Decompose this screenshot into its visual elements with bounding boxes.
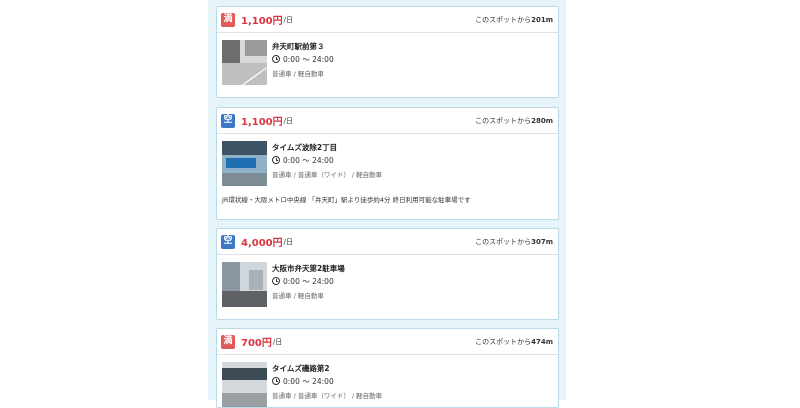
card-header: 空 1,100円 /日 このスポットから280m [217, 108, 558, 134]
parking-description: JR環状線・大阪メトロ中央線 「弁天町」駅より徒歩約4分 終日利用可能な駐車場で… [222, 196, 471, 204]
parking-card[interactable]: 空 4,000円 /日 このスポットから307m 大阪市弁天第2駐車場 0:00… [216, 228, 559, 320]
vehicle-types: 普通車 / 軽自動車 [272, 70, 324, 78]
price: 1,100円 [241, 117, 283, 128]
parking-name[interactable]: タイムズ磯路第2 [272, 363, 382, 374]
parking-info: 弁天町駅前第３ 0:00 〜 24:00 普通車 / 軽自動車 [272, 40, 334, 85]
vehicle-types: 普通車 / 普通車（ワイド） / 軽自動車 [272, 171, 383, 179]
results-column: 満 1,100円 /日 このスポットから201m 弁天町駅前第３ 0:00 〜 … [208, 0, 566, 408]
card-header: 満 1,100円 /日 このスポットから201m [217, 7, 558, 33]
parking-name[interactable]: タイムズ波除2丁目 [272, 142, 382, 153]
parking-photo[interactable] [222, 262, 267, 307]
clock-icon [272, 55, 280, 63]
price: 1,100円 [241, 16, 283, 27]
card-body: タイムズ磯路第2 0:00 〜 24:00 普通車 / 普通車（ワイド） / 軽… [217, 355, 558, 407]
parking-card[interactable]: 空 1,100円 /日 このスポットから280m タイムズ波除2丁目 0:00 … [216, 107, 559, 220]
distance: このスポットから474m [475, 337, 553, 346]
distance: このスポットから201m [475, 15, 553, 24]
parking-name[interactable]: 大阪市弁天第2駐車場 [272, 263, 345, 274]
parking-name[interactable]: 弁天町駅前第３ [272, 41, 334, 52]
parking-photo[interactable] [222, 141, 267, 186]
card-header: 空 4,000円 /日 このスポットから307m [217, 229, 558, 255]
clock-icon [272, 156, 280, 164]
price-unit: /日 [283, 15, 293, 24]
distance: このスポットから307m [475, 237, 553, 246]
price: 700円 [241, 338, 272, 349]
price-unit: /日 [272, 337, 283, 346]
price-unit: /日 [283, 116, 293, 125]
clock-icon [272, 277, 280, 285]
card-body: 大阪市弁天第2駐車場 0:00 〜 24:00 普通車 / 軽自動車 [217, 255, 558, 307]
status-badge: 満 [221, 334, 235, 349]
hours: 0:00 〜 24:00 [272, 376, 382, 386]
parking-card[interactable]: 満 700円 /日 このスポットから474m タイムズ磯路第2 0:00 〜 2… [216, 328, 559, 408]
parking-info: タイムズ磯路第2 0:00 〜 24:00 普通車 / 普通車（ワイド） / 軽… [272, 362, 382, 407]
distance: このスポットから280m [475, 116, 553, 125]
clock-icon [272, 377, 280, 385]
parking-card[interactable]: 満 1,100円 /日 このスポットから201m 弁天町駅前第３ 0:00 〜 … [216, 6, 559, 98]
parking-photo[interactable] [222, 362, 267, 407]
price-unit: /日 [283, 237, 293, 246]
card-body: 弁天町駅前第３ 0:00 〜 24:00 普通車 / 軽自動車 [217, 33, 558, 85]
status-badge: 空 [221, 234, 235, 249]
parking-info: 大阪市弁天第2駐車場 0:00 〜 24:00 普通車 / 軽自動車 [272, 262, 345, 307]
card-header: 満 700円 /日 このスポットから474m [217, 329, 558, 355]
price: 4,000円 [241, 238, 283, 249]
parking-photo[interactable] [222, 40, 267, 85]
hours: 0:00 〜 24:00 [272, 276, 345, 286]
hours: 0:00 〜 24:00 [272, 155, 382, 165]
status-badge: 空 [221, 113, 235, 128]
vehicle-types: 普通車 / 普通車（ワイド） / 軽自動車 [272, 392, 383, 400]
card-body: タイムズ波除2丁目 0:00 〜 24:00 普通車 / 普通車（ワイド） / … [217, 134, 558, 186]
hours: 0:00 〜 24:00 [272, 54, 334, 64]
vehicle-types: 普通車 / 軽自動車 [272, 292, 324, 300]
status-badge: 満 [221, 12, 235, 27]
parking-info: タイムズ波除2丁目 0:00 〜 24:00 普通車 / 普通車（ワイド） / … [272, 141, 382, 186]
